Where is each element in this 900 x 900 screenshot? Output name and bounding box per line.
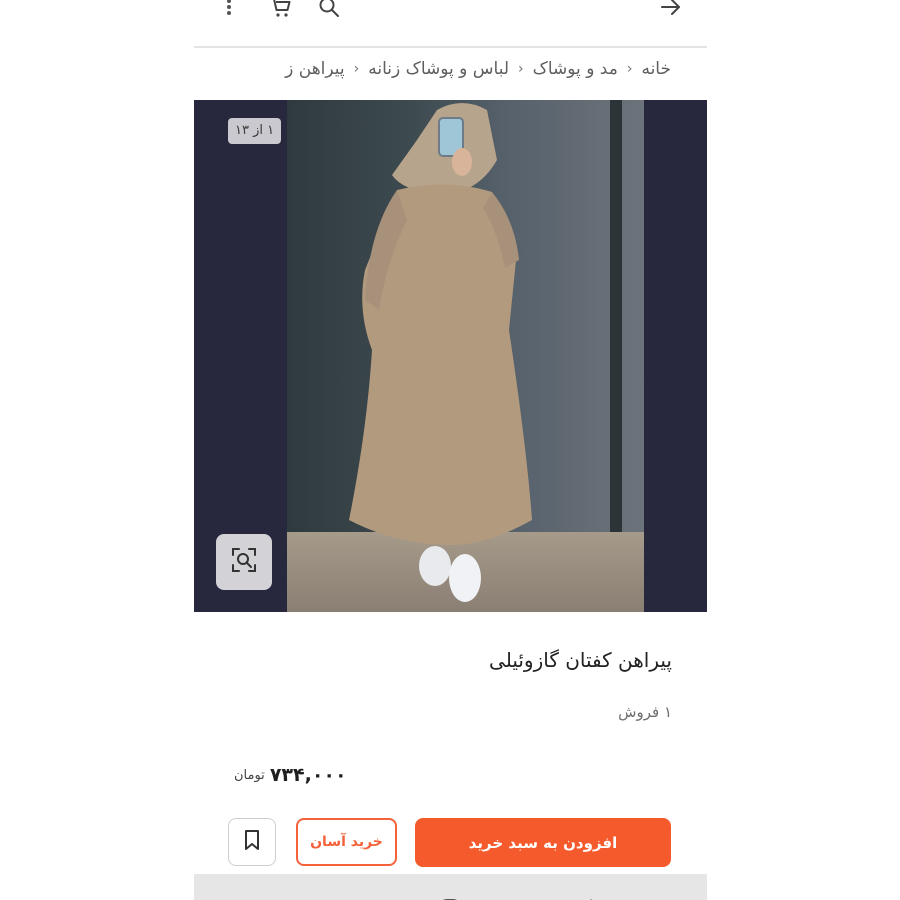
back-arrow-icon[interactable] bbox=[658, 0, 684, 20]
breadcrumb-item-women-clothing[interactable]: لباس و پوشاک زنانه bbox=[368, 59, 509, 79]
product-page: خانه ‹ مد و پوشاک ‹ لباس و پوشاک زنانه ‹… bbox=[194, 0, 707, 900]
breadcrumb-item-dress[interactable]: پیراهن ز bbox=[285, 59, 344, 79]
product-photo bbox=[287, 100, 644, 612]
search-icon[interactable] bbox=[316, 0, 342, 20]
recent-apps-icon[interactable] bbox=[302, 892, 324, 900]
image-search-button[interactable] bbox=[216, 534, 272, 590]
breadcrumb-separator: ‹ bbox=[626, 61, 633, 77]
breadcrumb-item-fashion[interactable]: مد و پوشاک bbox=[533, 59, 618, 79]
breadcrumb: خانه ‹ مد و پوشاک ‹ لباس و پوشاک زنانه ‹… bbox=[224, 52, 671, 86]
bookmark-button[interactable] bbox=[228, 818, 276, 866]
image-counter: ۱ از ۱۳ bbox=[228, 118, 282, 144]
price-currency: تومان bbox=[234, 767, 265, 783]
bookmark-icon bbox=[243, 829, 261, 855]
more-icon[interactable] bbox=[216, 0, 242, 20]
top-app-bar bbox=[194, 0, 707, 48]
add-to-cart-button[interactable]: افزودن به سبد خرید bbox=[415, 818, 671, 867]
price: تومان ۷۳۴,۰۰۰ bbox=[234, 764, 347, 786]
system-nav-bar bbox=[194, 874, 707, 900]
breadcrumb-item-home[interactable]: خانه bbox=[641, 59, 671, 79]
product-title: پیراهن کفتان گازوئیلی bbox=[489, 648, 672, 672]
easy-buy-button[interactable]: خرید آسان bbox=[296, 818, 397, 866]
breadcrumb-separator: ‹ bbox=[518, 61, 524, 77]
image-search-icon bbox=[230, 546, 258, 578]
dress-figure bbox=[349, 103, 532, 602]
breadcrumb-separator: ‹ bbox=[353, 61, 360, 77]
sales-count: ۱ فروش bbox=[618, 703, 672, 721]
home-icon[interactable] bbox=[438, 892, 462, 900]
back-icon[interactable] bbox=[582, 892, 594, 900]
price-value: ۷۳۴,۰۰۰ bbox=[269, 764, 347, 786]
product-image-gallery[interactable]: ۱ از ۱۳ bbox=[194, 100, 707, 612]
cart-icon[interactable] bbox=[268, 0, 294, 20]
